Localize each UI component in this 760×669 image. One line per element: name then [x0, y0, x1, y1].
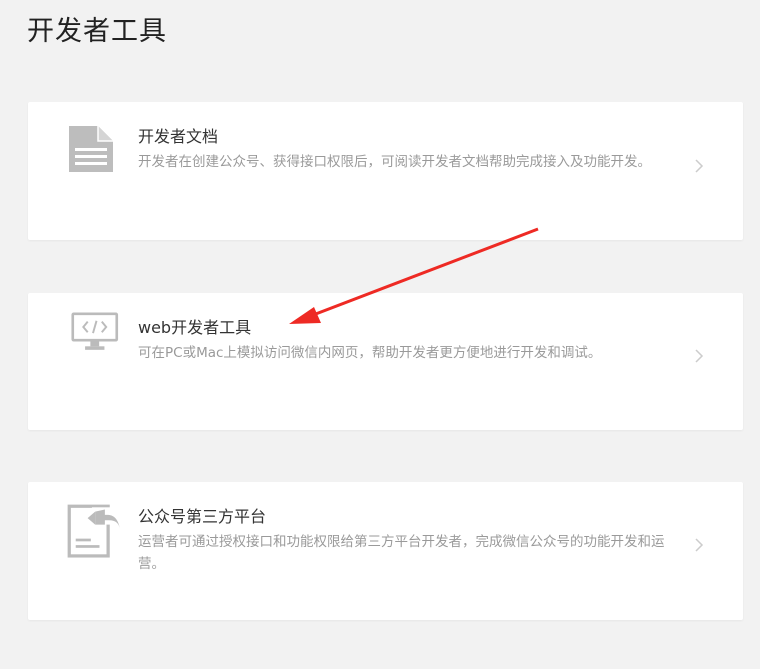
card-web-devtools[interactable]: web开发者工具 可在PC或Mac上模拟访问微信内网页，帮助开发者更方便地进行开…: [28, 293, 743, 430]
card-description: 可在PC或Mac上模拟访问微信内网页，帮助开发者更方便地进行开发和调试。: [138, 345, 602, 361]
card-title: 公众号第三方平台: [138, 507, 267, 526]
card-developer-docs[interactable]: 开发者文档 开发者在创建公众号、获得接口权限后，可阅读开发者文档帮助完成接入及功…: [28, 102, 743, 240]
authorization-document-icon: [67, 504, 120, 558]
chevron-right-icon: [695, 538, 704, 552]
monitor-code-icon: [71, 312, 119, 350]
card-title: web开发者工具: [138, 318, 252, 337]
card-description: 开发者在创建公众号、获得接口权限后，可阅读开发者文档帮助完成接入及功能开发。: [138, 154, 651, 170]
chevron-right-icon: [695, 159, 704, 173]
card-description: 运营者可通过授权接口和功能权限给第三方平台开发者，完成微信公众号的功能开发和运营…: [138, 534, 665, 572]
page-title: 开发者工具: [27, 16, 167, 47]
chevron-right-icon: [695, 349, 704, 363]
card-third-party-platform[interactable]: 公众号第三方平台 运营者可通过授权接口和功能权限给第三方平台开发者，完成微信公众…: [28, 482, 743, 620]
document-icon: [69, 126, 113, 172]
card-title: 开发者文档: [138, 127, 219, 146]
